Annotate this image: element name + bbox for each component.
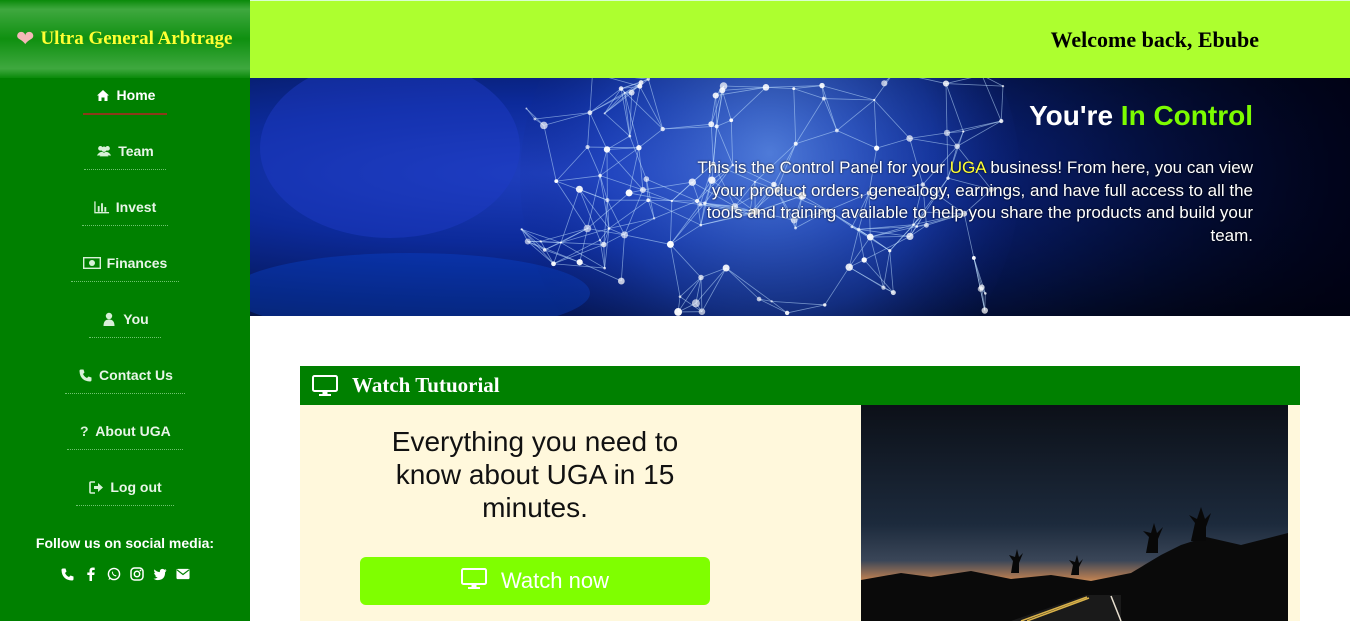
sidebar-item-team[interactable]: Team bbox=[0, 143, 250, 170]
users-icon bbox=[96, 144, 112, 158]
phone-icon bbox=[77, 369, 93, 382]
social-links bbox=[0, 566, 250, 582]
hero-title: You're In Control bbox=[1029, 100, 1253, 132]
sidebar-item-about-uga[interactable]: ? About UGA bbox=[0, 423, 250, 450]
monitor-icon bbox=[460, 567, 487, 595]
sidebar: ❤ Ultra General Arbtrage Home Team Inves… bbox=[0, 0, 250, 621]
tutorial-panel-body: Everything you need to know about UGA in… bbox=[300, 405, 1300, 621]
sidebar-item-label: About UGA bbox=[95, 423, 171, 439]
tutorial-title: Watch Tutuorial bbox=[352, 373, 500, 397]
hero-description: This is the Control Panel for your UGA b… bbox=[693, 157, 1253, 247]
sidebar-item-label: Invest bbox=[115, 199, 157, 215]
hero-text-part: This is the Control Panel for your bbox=[697, 158, 950, 177]
hero-title-accent: In Control bbox=[1120, 100, 1253, 131]
hero-text-accent: UGA bbox=[949, 158, 986, 177]
header-bar: Welcome back, Ebube bbox=[250, 0, 1350, 78]
watch-now-button[interactable]: Watch now bbox=[360, 557, 710, 605]
phone-icon[interactable] bbox=[61, 566, 75, 582]
sidebar-item-finances[interactable]: Finances bbox=[0, 255, 250, 282]
sidebar-item-you[interactable]: You bbox=[0, 311, 250, 338]
home-icon bbox=[95, 89, 111, 102]
sidebar-item-label: Team bbox=[118, 143, 154, 159]
sidebar-item-label: Home bbox=[116, 87, 156, 103]
monitor-icon bbox=[312, 374, 338, 397]
sidebar-item-invest[interactable]: Invest bbox=[0, 199, 250, 226]
sidebar-item-home[interactable]: Home bbox=[0, 87, 250, 115]
sidebar-item-contact-us[interactable]: Contact Us bbox=[0, 367, 250, 394]
instagram-icon[interactable] bbox=[129, 566, 144, 582]
sidebar-item-log-out[interactable]: Log out bbox=[0, 479, 250, 506]
social-title: Follow us on social media: bbox=[35, 535, 215, 551]
user-icon bbox=[101, 312, 117, 326]
money-icon bbox=[82, 257, 101, 269]
heart-icon: ❤ bbox=[16, 26, 35, 51]
facebook-icon[interactable] bbox=[84, 566, 98, 582]
tutorial-panel-header: Watch Tutuorial bbox=[300, 366, 1300, 405]
video-thumbnail[interactable] bbox=[861, 405, 1288, 621]
envelope-icon[interactable] bbox=[175, 566, 190, 582]
watch-now-label: Watch now bbox=[500, 568, 609, 593]
hero-title-prefix: You're bbox=[1029, 100, 1121, 131]
sidebar-item-label: Log out bbox=[110, 479, 162, 495]
whatsapp-icon[interactable] bbox=[107, 566, 121, 582]
brand-name: Ultra General Arbtrage bbox=[40, 28, 233, 49]
brand[interactable]: ❤ Ultra General Arbtrage bbox=[0, 0, 250, 78]
sidebar-item-label: You bbox=[123, 311, 149, 327]
question-icon: ? bbox=[80, 423, 89, 439]
tutorial-description: Everything you need to know about UGA in… bbox=[391, 426, 679, 523]
sign-out-icon bbox=[88, 480, 104, 494]
bar-chart-icon bbox=[94, 200, 110, 214]
sidebar-item-label: Contact Us bbox=[99, 367, 173, 383]
welcome-message: Welcome back, Ebube bbox=[1050, 27, 1259, 52]
twitter-icon[interactable] bbox=[152, 566, 167, 582]
hero-banner: You're In Control This is the Control Pa… bbox=[250, 78, 1350, 316]
sidebar-item-label: Finances bbox=[106, 255, 168, 271]
